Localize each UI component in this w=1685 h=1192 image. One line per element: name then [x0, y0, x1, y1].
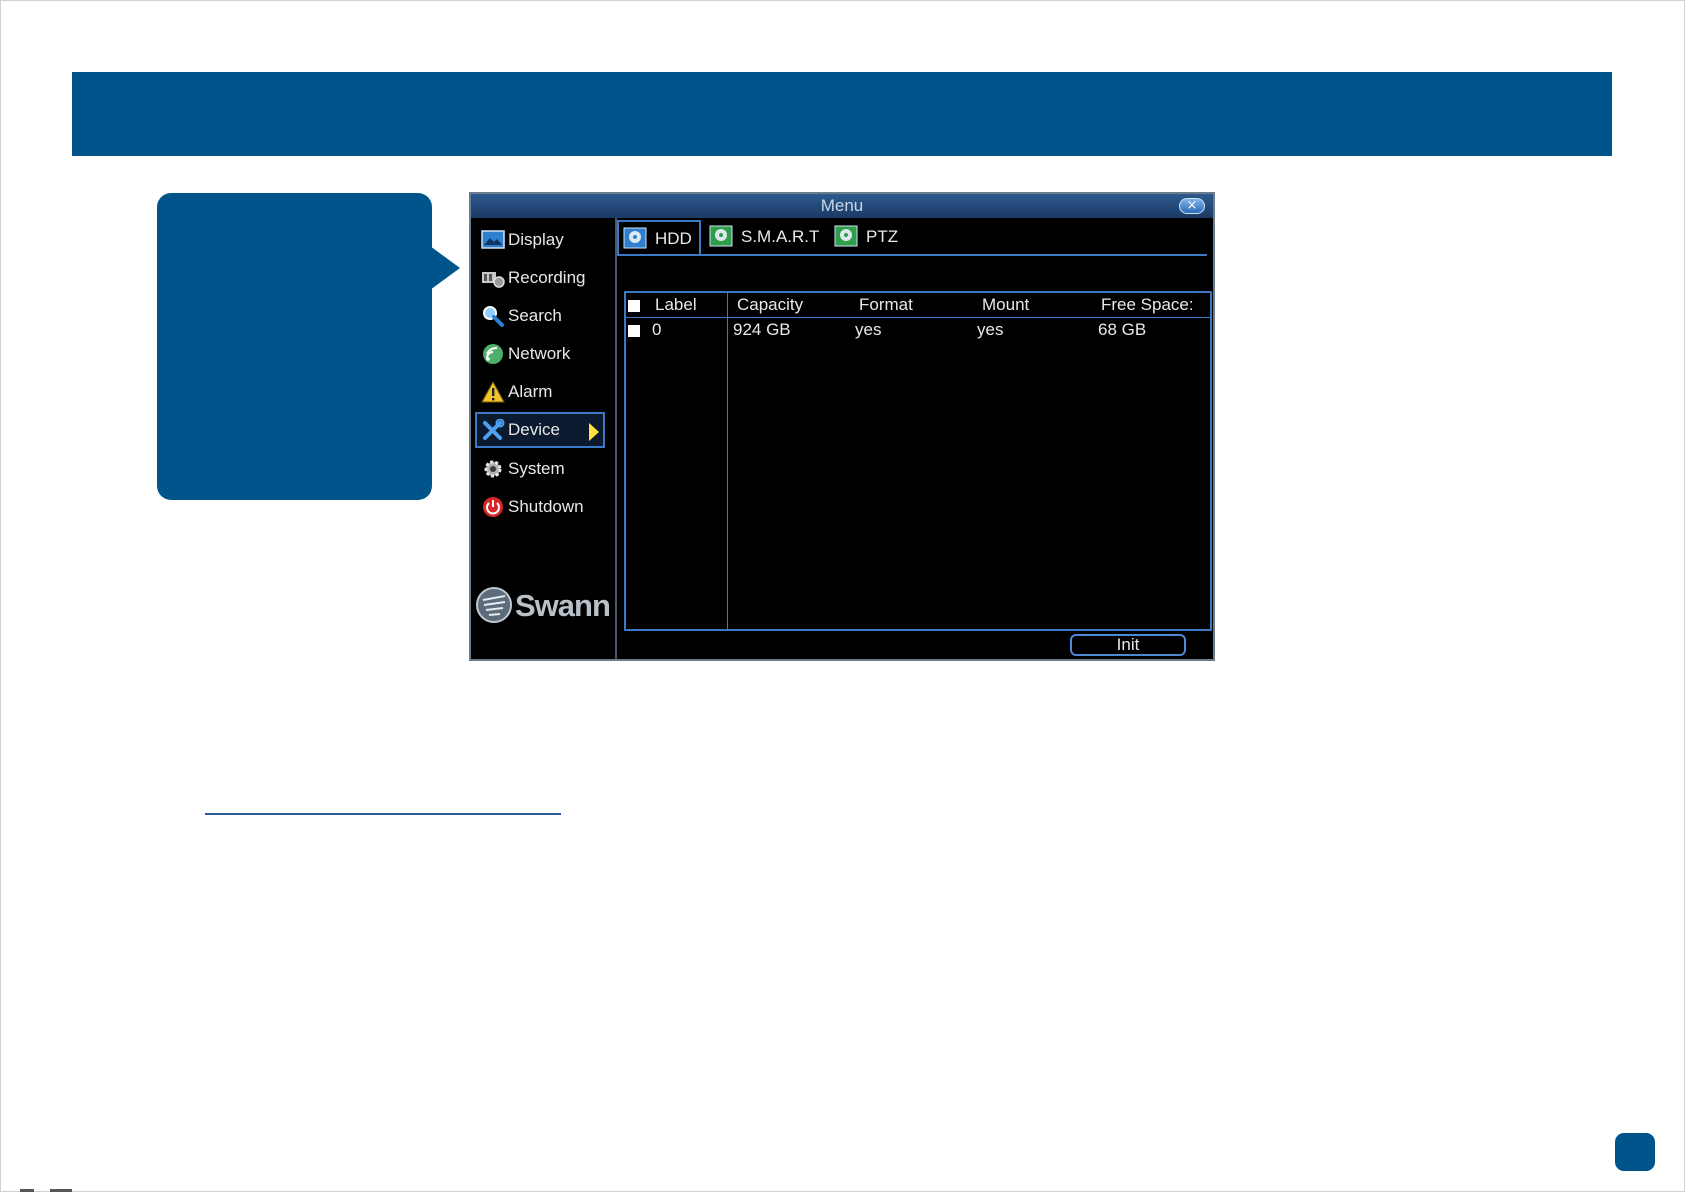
column-header-free-space: Free Space: — [1101, 295, 1194, 314]
row-format: yes — [855, 320, 882, 339]
tab-label: PTZ — [866, 227, 899, 246]
alarm-icon — [481, 381, 505, 403]
selected-arrow-icon — [589, 423, 599, 441]
dvr-menu-window: Menu × Display Recording Search Network … — [469, 192, 1215, 661]
sidebar-item-label: Alarm — [508, 382, 553, 401]
row-free-space: 68 GB — [1098, 320, 1147, 339]
sidebar-item-shutdown[interactable]: Shutdown — [475, 489, 605, 525]
underline-rule — [205, 813, 561, 815]
sidebar-item-display[interactable]: Display — [475, 222, 605, 258]
row-mount: yes — [977, 320, 1004, 339]
row-checkbox[interactable] — [628, 325, 640, 337]
tab-underline — [617, 254, 1207, 256]
window-title: Menu — [820, 196, 864, 215]
init-button[interactable]: Init — [1070, 634, 1186, 656]
tab-ptz[interactable]: PTZ — [830, 220, 910, 254]
smart-icon — [709, 225, 733, 247]
tab-label: HDD — [655, 229, 692, 248]
window-titlebar: Menu × — [471, 194, 1213, 218]
sidebar-item-network[interactable]: Network — [475, 336, 605, 372]
row-capacity: 924 GB — [733, 320, 791, 339]
swann-logo-icon — [476, 587, 512, 623]
sidebar-item-system[interactable]: System — [475, 451, 605, 487]
display-icon — [481, 230, 505, 249]
header-divider — [626, 317, 1210, 318]
sidebar-item-label: Device — [508, 420, 560, 439]
power-icon — [483, 497, 503, 517]
sidebar-item-label: Display — [508, 230, 564, 249]
tab-label: S.M.A.R.T — [741, 227, 820, 246]
column-separator — [727, 293, 728, 629]
sidebar-item-label: Search — [508, 306, 562, 325]
column-header-capacity: Capacity — [737, 295, 804, 314]
hdd-table: Label Capacity Format Mount Free Space: … — [624, 291, 1212, 631]
gear-icon — [484, 460, 502, 478]
page-number-badge — [1615, 1133, 1655, 1171]
ptz-icon — [834, 225, 858, 247]
sidebar-item-search[interactable]: Search — [475, 298, 605, 334]
tab-hdd[interactable]: HDD — [617, 220, 701, 254]
sidebar-item-label: System — [508, 459, 565, 478]
logo-text: Swann — [515, 588, 611, 623]
tab-smart[interactable]: S.M.A.R.T — [705, 220, 821, 254]
hdd-icon — [623, 227, 647, 249]
sidebar-item-device[interactable]: Device — [475, 412, 605, 448]
header-band — [72, 72, 1612, 156]
network-icon — [483, 344, 503, 364]
column-header-format: Format — [859, 295, 913, 314]
sidebar-item-label: Shutdown — [508, 497, 584, 516]
device-icon — [483, 419, 505, 440]
close-button[interactable]: × — [1179, 198, 1205, 214]
callout-pointer — [430, 246, 460, 290]
sidebar: Display Recording Search Network Alarm D… — [471, 218, 617, 659]
sidebar-item-recording[interactable]: Recording — [475, 260, 605, 296]
sidebar-item-alarm[interactable]: Alarm — [475, 374, 605, 410]
column-header-mount: Mount — [982, 295, 1030, 314]
row-label: 0 — [652, 320, 662, 339]
select-all-checkbox[interactable] — [628, 300, 640, 312]
callout-box — [157, 193, 432, 500]
search-icon — [483, 306, 504, 327]
sidebar-item-label: Network — [508, 344, 571, 363]
sidebar-item-label: Recording — [508, 268, 586, 287]
swann-logo: Swann — [475, 586, 613, 626]
recording-icon — [482, 272, 505, 288]
column-header-label: Label — [655, 295, 697, 314]
